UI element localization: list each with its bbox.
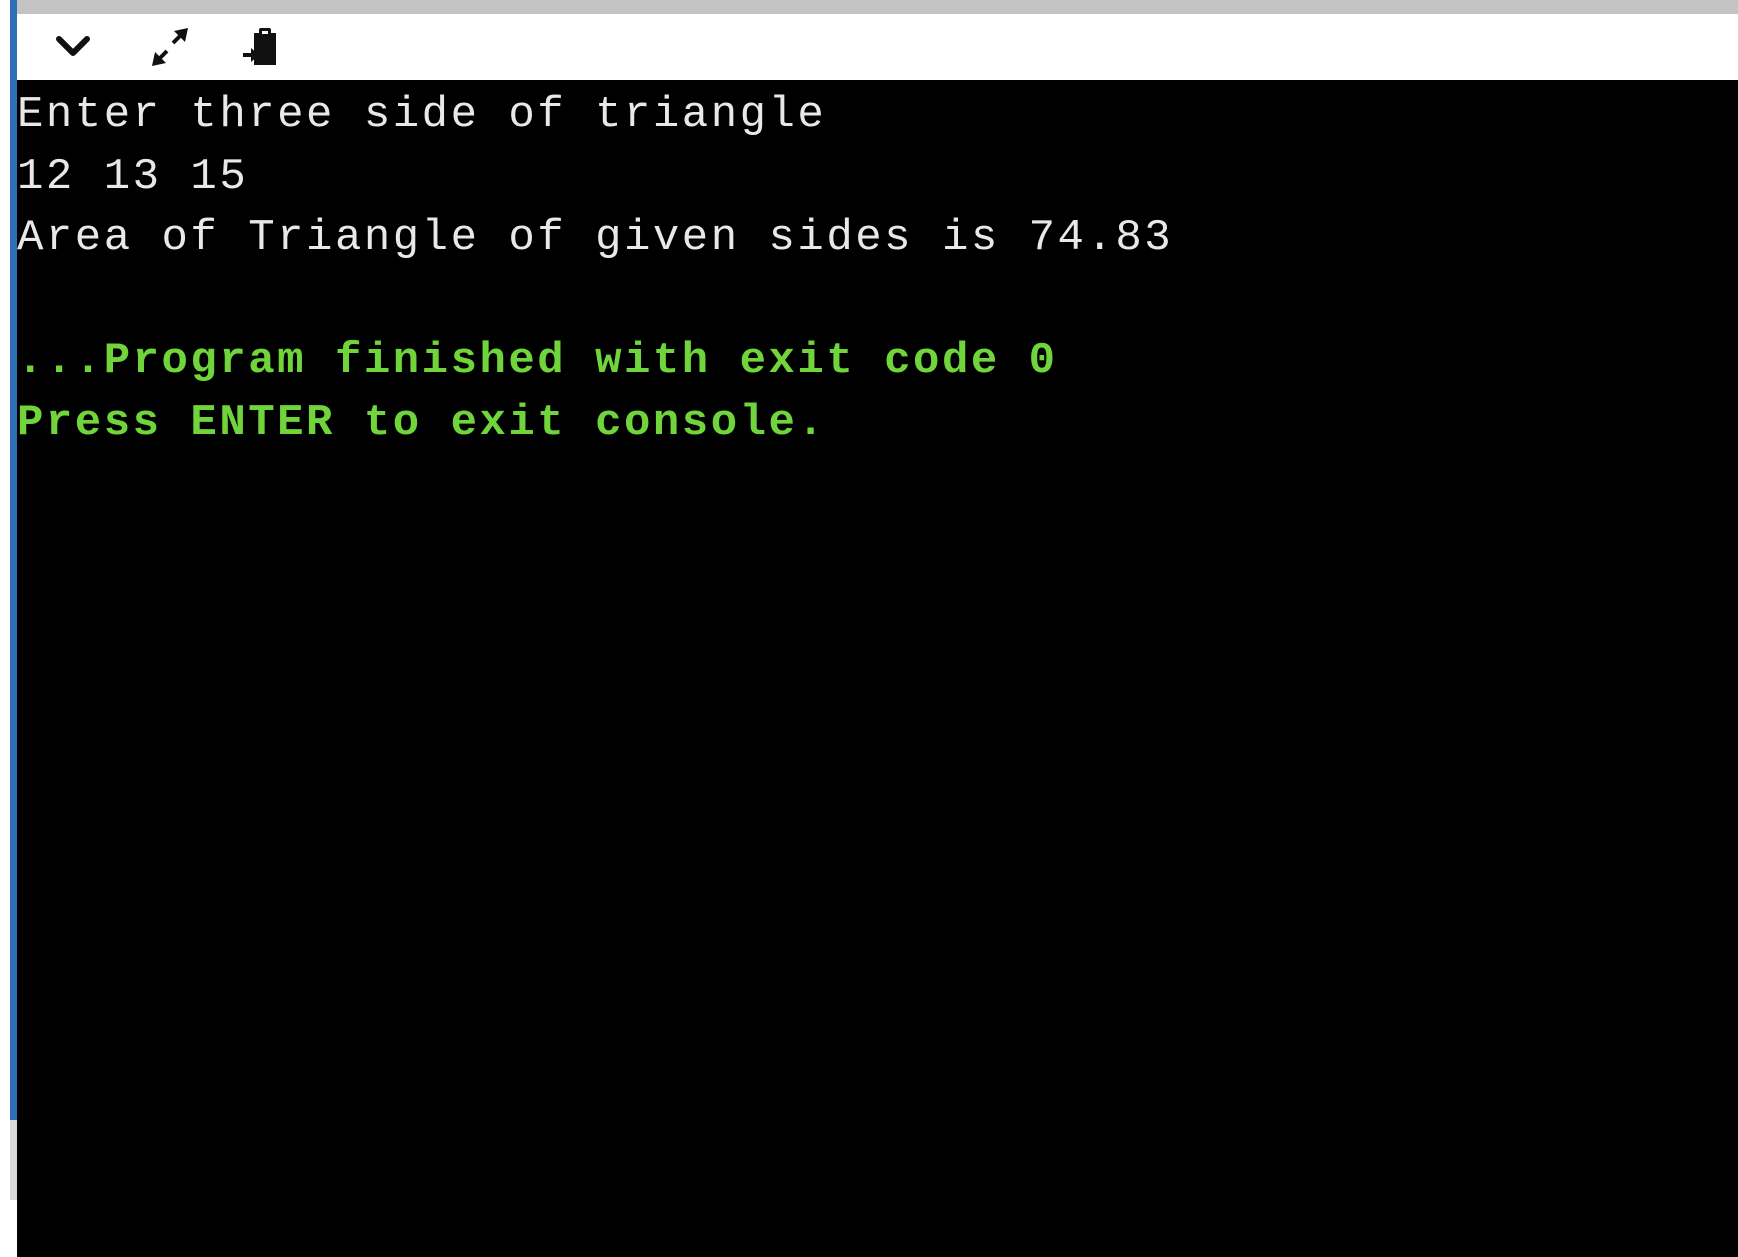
user-input-line: 12 13 15 (17, 151, 249, 202)
console-output-area[interactable]: Enter three side of triangle 12 13 15 Ar… (17, 80, 1738, 1257)
left-rail (0, 0, 10, 1257)
left-scroll-track (10, 1120, 17, 1200)
copy-output-button[interactable] (239, 25, 283, 69)
prompt-line: Enter three side of triangle (17, 90, 827, 140)
console-toolbar (17, 14, 1738, 80)
expand-arrows-icon (152, 28, 188, 66)
press-enter-line: Press ENTER to exit console. (17, 397, 827, 448)
clipboard-paste-icon (243, 28, 276, 65)
console-lines: Enter three side of triangle 12 13 15 Ar… (17, 85, 1173, 454)
chevron-down-icon (56, 36, 90, 56)
collapse-button[interactable] (51, 25, 95, 69)
console-window: { "toolbar": { "collapse_icon": "chevron… (0, 0, 1738, 1257)
result-line: Area of Triangle of given sides is 74.83 (17, 213, 1174, 263)
window-top-border (0, 0, 1738, 14)
expand-button[interactable] (147, 25, 191, 69)
left-accent-bar (10, 0, 17, 1120)
exit-code-line: ...Program finished with exit code 0 (17, 336, 1058, 386)
